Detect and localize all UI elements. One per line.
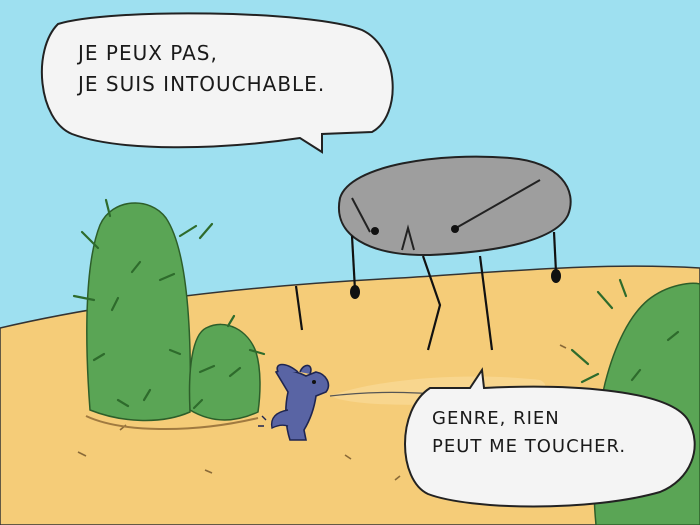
comic-panel: Je peux pas, Je suis intouchable. Genre,… [0, 0, 700, 525]
speech-bottom-line-1: Genre, rien [432, 408, 560, 429]
speech-text-top: Je peux pas, Je suis intouchable. [78, 38, 378, 100]
speech-text-bottom: Genre, rien peut me toucher. [432, 405, 682, 461]
speech-top-line-2: Je suis intouchable. [78, 72, 326, 96]
speech-bottom-line-2: peut me toucher. [432, 435, 627, 457]
speech-top-line-1: Je peux pas, [78, 41, 218, 65]
